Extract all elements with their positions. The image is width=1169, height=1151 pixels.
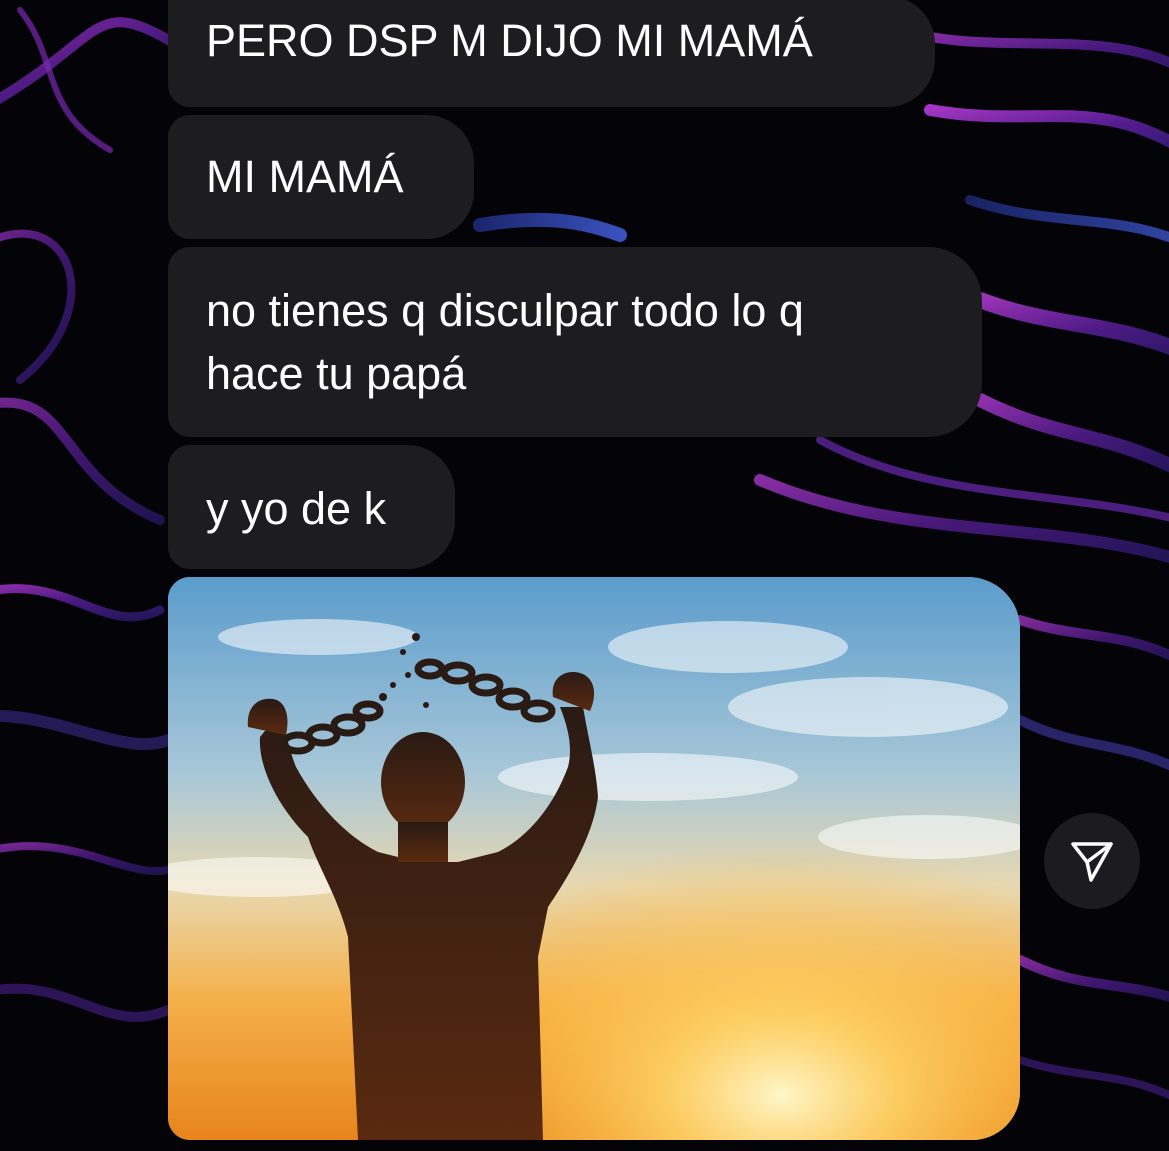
chat-screen: PERO DSP M DIJO MI MAMÁ MI MAMÁ no tiene… xyxy=(0,0,1169,1151)
message-bubble[interactable]: MI MAMÁ xyxy=(168,115,474,239)
shared-photo-message[interactable] xyxy=(168,577,1020,1140)
share-button[interactable] xyxy=(1044,813,1140,909)
message-bubble[interactable]: PERO DSP M DIJO MI MAMÁ xyxy=(168,0,935,107)
message-text-line-1: no tienes q disculpar todo lo q xyxy=(206,285,804,336)
paper-plane-icon xyxy=(1071,842,1113,882)
message-text: PERO DSP M DIJO MI MAMÁ xyxy=(206,15,813,66)
message-text: MI MAMÁ xyxy=(206,151,404,202)
message-text: y yo de k xyxy=(206,483,387,534)
message-bubble[interactable]: no tienes q disculpar todo lo q hace tu … xyxy=(168,247,982,437)
broken-chains-silhouette-photo xyxy=(168,577,1020,1140)
message-text-line-2: hace tu papá xyxy=(206,348,467,399)
message-bubble[interactable]: y yo de k xyxy=(168,445,455,569)
